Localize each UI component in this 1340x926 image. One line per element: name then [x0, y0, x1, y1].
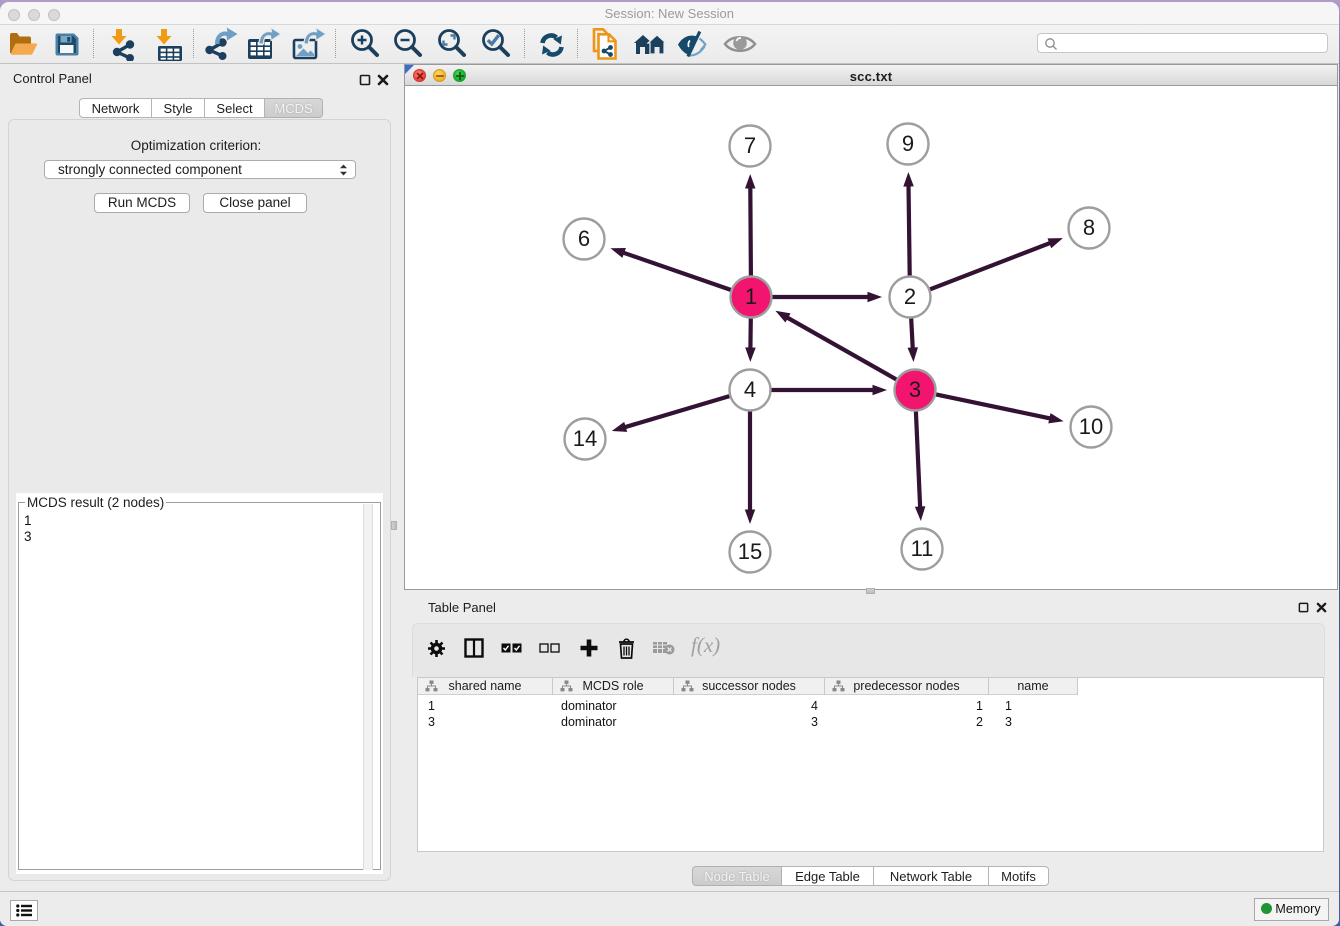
svg-text:6: 6	[578, 226, 590, 251]
svg-text:4: 4	[744, 377, 756, 402]
svg-text:3: 3	[909, 377, 921, 402]
svg-text:10: 10	[1079, 414, 1103, 439]
svg-text:8: 8	[1083, 215, 1095, 240]
svg-text:1: 1	[745, 284, 757, 309]
svg-text:14: 14	[573, 426, 597, 451]
svg-text:2: 2	[904, 284, 916, 309]
svg-text:11: 11	[911, 536, 934, 561]
svg-text:15: 15	[738, 539, 762, 564]
svg-text:9: 9	[902, 131, 914, 156]
svg-text:7: 7	[744, 133, 756, 158]
